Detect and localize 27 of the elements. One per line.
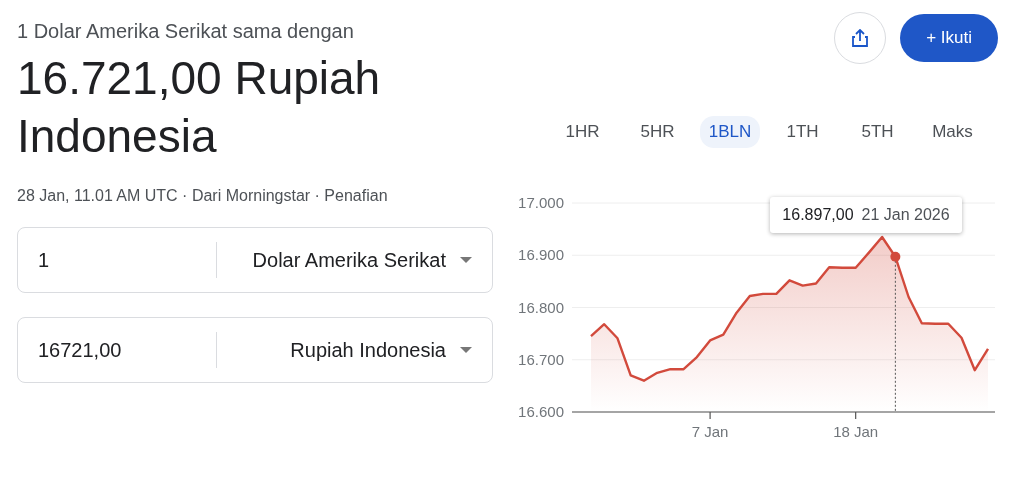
range-tab[interactable]: 5HR — [625, 116, 690, 148]
y-axis-label: 17.000 — [518, 194, 564, 211]
range-tab[interactable]: 1TH — [770, 116, 835, 148]
range-tab[interactable]: 1HR — [550, 116, 615, 148]
caret-icon — [460, 257, 472, 263]
conversion-result: 16.721,00 Rupiah Indonesia — [17, 51, 382, 164]
follow-button[interactable]: + Ikuti — [900, 14, 998, 62]
y-axis-label: 16.700 — [518, 350, 564, 368]
y-axis-label: 16.600 — [518, 403, 564, 420]
x-axis-label: 7 Jan — [691, 423, 729, 440]
x-axis-label: 18 Jan — [833, 423, 879, 440]
tooltip-date: 21 Jan 2026 — [861, 205, 950, 224]
range-tab[interactable]: Maks — [920, 116, 985, 148]
tooltip-value: 16.897,00 — [782, 205, 854, 224]
amount-field[interactable]: 16721,00 — [18, 338, 188, 362]
range-tab[interactable]: 5TH — [845, 116, 910, 148]
currency-dropdown[interactable]: Dolar Amerika Serikat — [217, 228, 492, 292]
caret-icon — [460, 347, 472, 353]
range-tab[interactable]: 1BLN — [700, 116, 760, 148]
y-axis-label: 16.800 — [518, 298, 564, 316]
currency-dropdown[interactable]: Rupiah Indonesia — [217, 318, 492, 382]
hover-point — [890, 251, 901, 262]
conversion-subtitle: 1 Dolar Amerika Serikat sama dengan — [17, 20, 355, 43]
timestamp-source-text: 28 Jan, 11.01 AM UTC · Dari Morningstar · Penafian — [17, 187, 389, 205]
y-axis-label: 16.900 — [518, 246, 564, 264]
share-icon — [852, 29, 869, 47]
amount-field[interactable]: 1 — [18, 248, 188, 272]
